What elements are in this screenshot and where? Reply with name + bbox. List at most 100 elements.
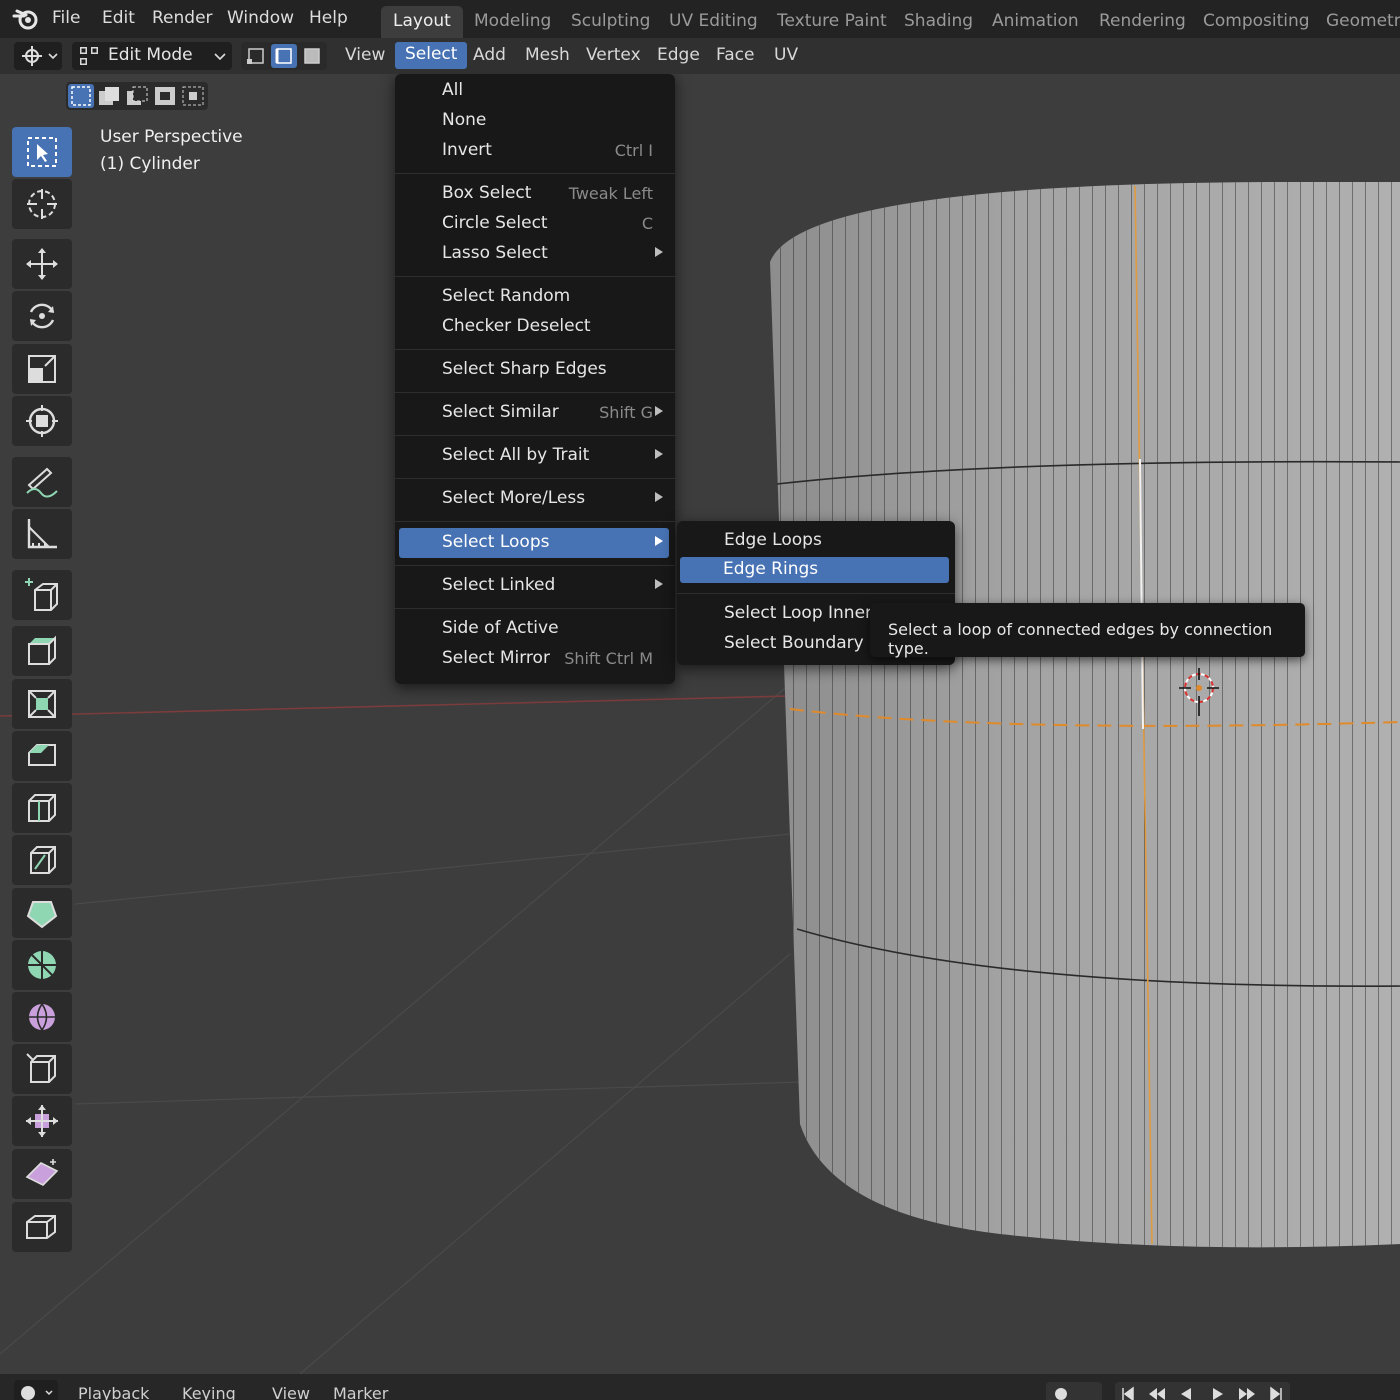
menu-item-circle-select[interactable]: Circle Select C xyxy=(395,209,675,239)
select-extend-button[interactable] xyxy=(96,84,122,108)
select-mode-group xyxy=(241,42,327,70)
edge-select-button[interactable] xyxy=(271,44,297,68)
edge-slide-icon xyxy=(26,1053,56,1083)
submenu-item-edge-rings[interactable]: Edge Rings xyxy=(680,557,949,583)
tool-spin[interactable] xyxy=(12,940,72,990)
tool-rip-region[interactable] xyxy=(12,1202,72,1252)
header-menu-view[interactable]: View xyxy=(345,45,385,65)
menu-separator xyxy=(677,593,955,594)
select-intersect-button[interactable] xyxy=(180,84,206,108)
vertex-select-button[interactable] xyxy=(243,44,269,68)
tab-modeling[interactable]: Modeling xyxy=(462,6,563,38)
menu-edit[interactable]: Edit xyxy=(102,8,135,28)
menu-item-label: Select Sharp Edges xyxy=(442,359,607,379)
menu-item-select-linked[interactable]: Select Linked xyxy=(395,571,675,601)
select-box-icon xyxy=(27,137,57,167)
tab-animation[interactable]: Animation xyxy=(980,6,1091,38)
menu-item-select-mirror[interactable]: Select Mirror Shift Ctrl M xyxy=(395,644,675,674)
menu-item-label: Select Loops xyxy=(442,532,550,552)
tab-compositing[interactable]: Compositing xyxy=(1191,6,1322,38)
menu-item-select-all-by-trait[interactable]: Select All by Trait xyxy=(395,441,675,471)
menu-item-label: Select More/Less xyxy=(442,488,586,508)
tab-geometry[interactable]: Geometry xyxy=(1314,6,1400,38)
record-icon xyxy=(1055,1388,1067,1400)
tool-scale[interactable] xyxy=(12,344,72,394)
menu-separator xyxy=(395,478,675,479)
tool-add-cube[interactable] xyxy=(12,570,72,620)
3d-viewport[interactable]: User Perspective (1) Cylinder All None I… xyxy=(0,74,1400,1374)
menu-separator xyxy=(395,608,675,609)
header-menu-edge[interactable]: Edge xyxy=(657,45,700,65)
tool-smooth[interactable] xyxy=(12,992,72,1042)
select-new-button[interactable] xyxy=(68,84,94,108)
select-subtract-button[interactable] xyxy=(124,84,150,108)
tool-shear[interactable] xyxy=(12,1149,72,1199)
tool-select-box[interactable] xyxy=(12,127,72,177)
select-new-icon xyxy=(71,86,91,106)
tool-move[interactable] xyxy=(12,239,72,289)
tool-rotate[interactable] xyxy=(12,291,72,341)
tool-extrude[interactable] xyxy=(12,626,72,676)
tool-annotate[interactable] xyxy=(12,457,72,507)
menu-item-select-sharp-edges[interactable]: Select Sharp Edges xyxy=(395,355,675,385)
header-menu-uv[interactable]: UV xyxy=(774,45,798,65)
tab-rendering[interactable]: Rendering xyxy=(1087,6,1198,38)
menu-item-box-select[interactable]: Box Select Tweak Left xyxy=(395,179,675,209)
menu-item-select-loops[interactable]: Select Loops xyxy=(399,528,669,558)
shear-icon xyxy=(25,1159,59,1186)
menu-help[interactable]: Help xyxy=(309,8,348,28)
tool-knife[interactable] xyxy=(12,835,72,885)
mode-dropdown[interactable]: Edit Mode xyxy=(72,42,232,70)
menu-item-select-similar[interactable]: Select Similar Shift G xyxy=(395,398,675,428)
tool-poly-build[interactable] xyxy=(12,888,72,938)
menu-item-lasso-select[interactable]: Lasso Select xyxy=(395,239,675,269)
tab-texture-paint[interactable]: Texture Paint xyxy=(765,6,899,38)
tool-inset[interactable] xyxy=(12,679,72,729)
menu-item-select-more-less[interactable]: Select More/Less xyxy=(395,484,675,514)
tool-edge-slide[interactable] xyxy=(12,1044,72,1094)
menu-render[interactable]: Render xyxy=(152,8,213,28)
menu-item-shortcut: Shift Ctrl M xyxy=(564,649,653,668)
face-select-icon xyxy=(304,48,320,64)
select-difference-button[interactable] xyxy=(152,84,178,108)
tool-measure[interactable] xyxy=(12,509,72,559)
menu-item-invert[interactable]: Invert Ctrl I xyxy=(395,136,675,166)
tool-transform[interactable] xyxy=(12,396,72,446)
menu-separator xyxy=(395,521,675,522)
menu-item-label: Select Linked xyxy=(442,575,556,595)
tool-cursor[interactable] xyxy=(12,179,72,229)
auto-keying-button[interactable] xyxy=(1046,1382,1102,1400)
playback-icons[interactable] xyxy=(1115,1382,1290,1400)
menu-item-none[interactable]: None xyxy=(395,106,675,136)
tool-loop-cut[interactable] xyxy=(12,783,72,833)
face-select-button[interactable] xyxy=(299,44,325,68)
menu-item-all[interactable]: All xyxy=(395,76,675,106)
header-menu-mesh[interactable]: Mesh xyxy=(525,45,570,65)
tool-shrink-fatten[interactable] xyxy=(12,1096,72,1146)
timeline-menu-marker[interactable]: Marker xyxy=(333,1384,388,1400)
tooltip-text: Select a loop of connected edges by conn… xyxy=(888,620,1273,658)
header-menu-face[interactable]: Face xyxy=(716,45,754,65)
timeline-menu-view[interactable]: View xyxy=(272,1384,310,1400)
menu-window[interactable]: Window xyxy=(227,8,294,28)
blender-logo-icon[interactable] xyxy=(12,6,40,32)
tab-uv-editing[interactable]: UV Editing xyxy=(657,6,770,38)
timeline-menu-keying[interactable]: Keying xyxy=(182,1384,236,1400)
submenu-item-edge-loops[interactable]: Edge Loops xyxy=(677,526,955,556)
tool-bevel[interactable] xyxy=(12,731,72,781)
timeline-editor-type-button[interactable] xyxy=(14,1380,58,1400)
editor-type-button[interactable] xyxy=(14,42,62,70)
tab-sculpting[interactable]: Sculpting xyxy=(559,6,662,38)
header-menu-vertex[interactable]: Vertex xyxy=(586,45,641,65)
menu-item-checker-deselect[interactable]: Checker Deselect xyxy=(395,312,675,342)
menu-file[interactable]: File xyxy=(52,8,80,28)
header-menu-select[interactable]: Select xyxy=(395,42,468,69)
menu-item-select-random[interactable]: Select Random xyxy=(395,282,675,312)
menu-item-side-of-active[interactable]: Side of Active xyxy=(395,614,675,644)
header-menu-add[interactable]: Add xyxy=(473,45,506,65)
timeline-menu-playback[interactable]: Playback xyxy=(78,1384,149,1400)
tab-shading[interactable]: Shading xyxy=(892,6,985,38)
menu-separator xyxy=(395,565,675,566)
tab-layout[interactable]: Layout xyxy=(381,6,463,38)
select-extend-icon xyxy=(99,87,119,105)
